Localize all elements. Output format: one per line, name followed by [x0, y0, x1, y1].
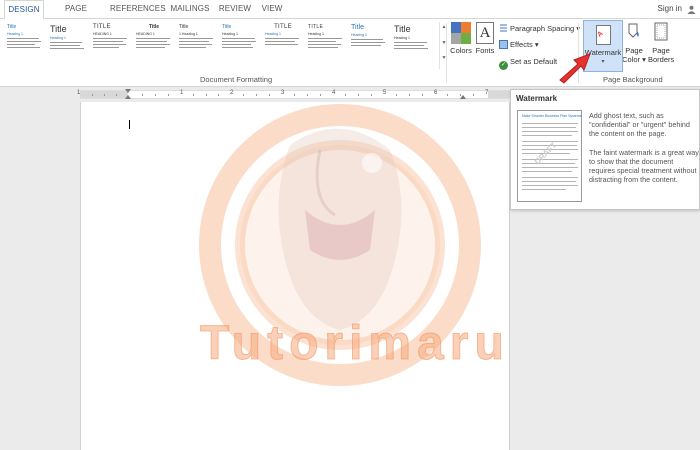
set-as-default-label: Set as Default: [510, 57, 558, 66]
page-background-group-label: Page Background: [603, 75, 663, 84]
style-title-sample: Title: [222, 24, 232, 30]
page-color-label: Page: [625, 46, 643, 55]
ruler-number: 2: [230, 90, 234, 96]
style-set-thumbnail[interactable]: TITLE Heading 1: [305, 22, 347, 69]
document-page[interactable]: [80, 102, 510, 450]
page-borders-label: Page: [652, 46, 670, 55]
style-set-thumbnail[interactable]: Title Heading 1: [4, 22, 46, 69]
fonts-button[interactable]: A Fonts: [474, 22, 496, 55]
tab-references[interactable]: REFERENCES: [110, 0, 166, 19]
style-heading-sample: Heading 1: [7, 32, 23, 36]
watermark-label: Watermark: [584, 48, 622, 57]
fonts-label: Fonts: [475, 46, 495, 55]
page-borders-label: Borders: [648, 55, 675, 64]
tooltip-description-2: The faint watermark is a great way to sh…: [589, 147, 699, 185]
style-set-thumbnail[interactable]: Title 1 Heading 1: [176, 22, 218, 69]
watermark-tooltip: Watermark Make Smarter Business Plan Sys…: [510, 89, 700, 210]
tab-design[interactable]: DESIGN: [4, 0, 44, 20]
paragraph-spacing-icon: [500, 24, 507, 32]
ruler-number: 4: [332, 90, 336, 96]
horizontal-ruler[interactable]: 1 1 2 3 4 5 6 7: [77, 89, 510, 99]
ribbon-divider: [446, 23, 447, 83]
style-set-thumbnail[interactable]: Title Heading 1: [219, 22, 261, 69]
page-borders-button[interactable]: Page Borders: [648, 22, 674, 64]
chevron-down-icon: ▾: [601, 59, 605, 65]
style-heading-sample: Heading 1: [351, 33, 367, 37]
tab-view[interactable]: VIEW: [258, 0, 286, 19]
colors-button[interactable]: Colors: [448, 22, 474, 55]
ruler-number: 3: [281, 90, 285, 96]
ruler-number: 1: [77, 90, 81, 96]
style-set-gallery: Title Heading 1 Title Heading 1 TITLE HE…: [4, 22, 439, 69]
left-indent-marker[interactable]: [125, 95, 131, 99]
page-borders-icon: [654, 22, 668, 41]
document-formatting-group-label: Document Formatting: [200, 75, 273, 84]
style-heading-sample: HEADING 1: [93, 32, 112, 36]
fonts-icon: A: [476, 22, 494, 44]
style-title-sample: Title: [50, 24, 67, 34]
text-cursor: [129, 120, 130, 129]
ribbon-divider: [578, 23, 579, 83]
colors-label: Colors: [450, 46, 472, 55]
tooltip-description: Add ghost text, such as "confidential" o…: [589, 111, 699, 193]
style-set-thumbnail[interactable]: Title Heading 1: [348, 22, 390, 69]
paragraph-spacing-label: Paragraph Spacing: [510, 24, 575, 33]
style-heading-sample: 1 Heading 1: [179, 32, 198, 36]
sign-in-link[interactable]: Sign in: [658, 0, 682, 18]
style-title-sample: Title: [394, 24, 411, 34]
tooltip-preview-thumbnail: Make Smarter Business Plan Systems DRAFT: [517, 110, 582, 202]
user-icon[interactable]: [687, 5, 696, 14]
style-title-sample: Title: [148, 24, 160, 30]
ruler-number: 5: [383, 90, 387, 96]
right-indent-marker[interactable]: [460, 95, 466, 99]
tab-review[interactable]: REVIEW: [217, 0, 253, 19]
style-title-sample: Title: [351, 24, 364, 31]
style-heading-sample: Heading 1: [50, 36, 66, 40]
style-title-sample: Title: [179, 24, 189, 30]
effects-button[interactable]: Effects ▾: [499, 40, 539, 50]
tab-page-layout[interactable]: PAGE LAYOUT: [48, 0, 104, 31]
paragraph-spacing-button[interactable]: Paragraph Spacing ▾: [499, 24, 580, 34]
ribbon-tab-bar: DESIGN PAGE LAYOUT REFERENCES MAILINGS R…: [0, 0, 700, 31]
style-heading-sample: Heading 1: [308, 32, 324, 36]
tooltip-description-1: Add ghost text, such as "confidential" o…: [589, 111, 690, 139]
preview-header: Make Smarter Business Plan Systems: [522, 114, 582, 118]
style-title-sample: Title: [7, 24, 17, 30]
style-set-thumbnail[interactable]: Title Heading 1: [391, 22, 433, 69]
style-heading-sample: HEADING 1: [136, 32, 155, 36]
set-as-default-button[interactable]: ✓ Set as Default: [499, 57, 557, 70]
ruler-number: 6: [434, 90, 438, 96]
style-set-thumbnail[interactable]: Title HEADING 1: [133, 22, 175, 69]
style-set-thumbnail[interactable]: Title Heading 1: [47, 22, 89, 69]
effects-label: Effects: [510, 40, 533, 49]
style-heading-sample: Heading 1: [222, 32, 238, 36]
watermark-icon: A: [596, 25, 611, 45]
tab-mailings[interactable]: MAILINGS: [168, 0, 212, 19]
style-title-sample: TITLE: [274, 24, 292, 30]
first-line-indent-marker[interactable]: [125, 89, 131, 93]
style-heading-sample: Heading 1: [265, 32, 281, 36]
ruler-number: 1: [180, 90, 184, 96]
style-set-thumbnail[interactable]: TITLE Heading 1: [262, 22, 304, 69]
page-color-label: Color: [622, 55, 641, 64]
checkmark-icon: ✓: [499, 61, 508, 70]
style-heading-sample: Heading 1: [394, 36, 410, 40]
style-set-thumbnail[interactable]: TITLE HEADING 1: [90, 22, 132, 69]
style-title-sample: TITLE: [308, 24, 324, 30]
tooltip-title: Watermark: [516, 94, 558, 103]
page-color-icon: [628, 23, 639, 38]
watermark-button[interactable]: A Watermark ▾: [583, 20, 623, 72]
style-title-sample: TITLE: [93, 24, 111, 30]
effects-icon: [499, 40, 508, 49]
ruler-number: 7: [485, 90, 489, 96]
colors-icon: [451, 22, 471, 44]
page-color-button[interactable]: Page Color ▾: [622, 22, 646, 64]
